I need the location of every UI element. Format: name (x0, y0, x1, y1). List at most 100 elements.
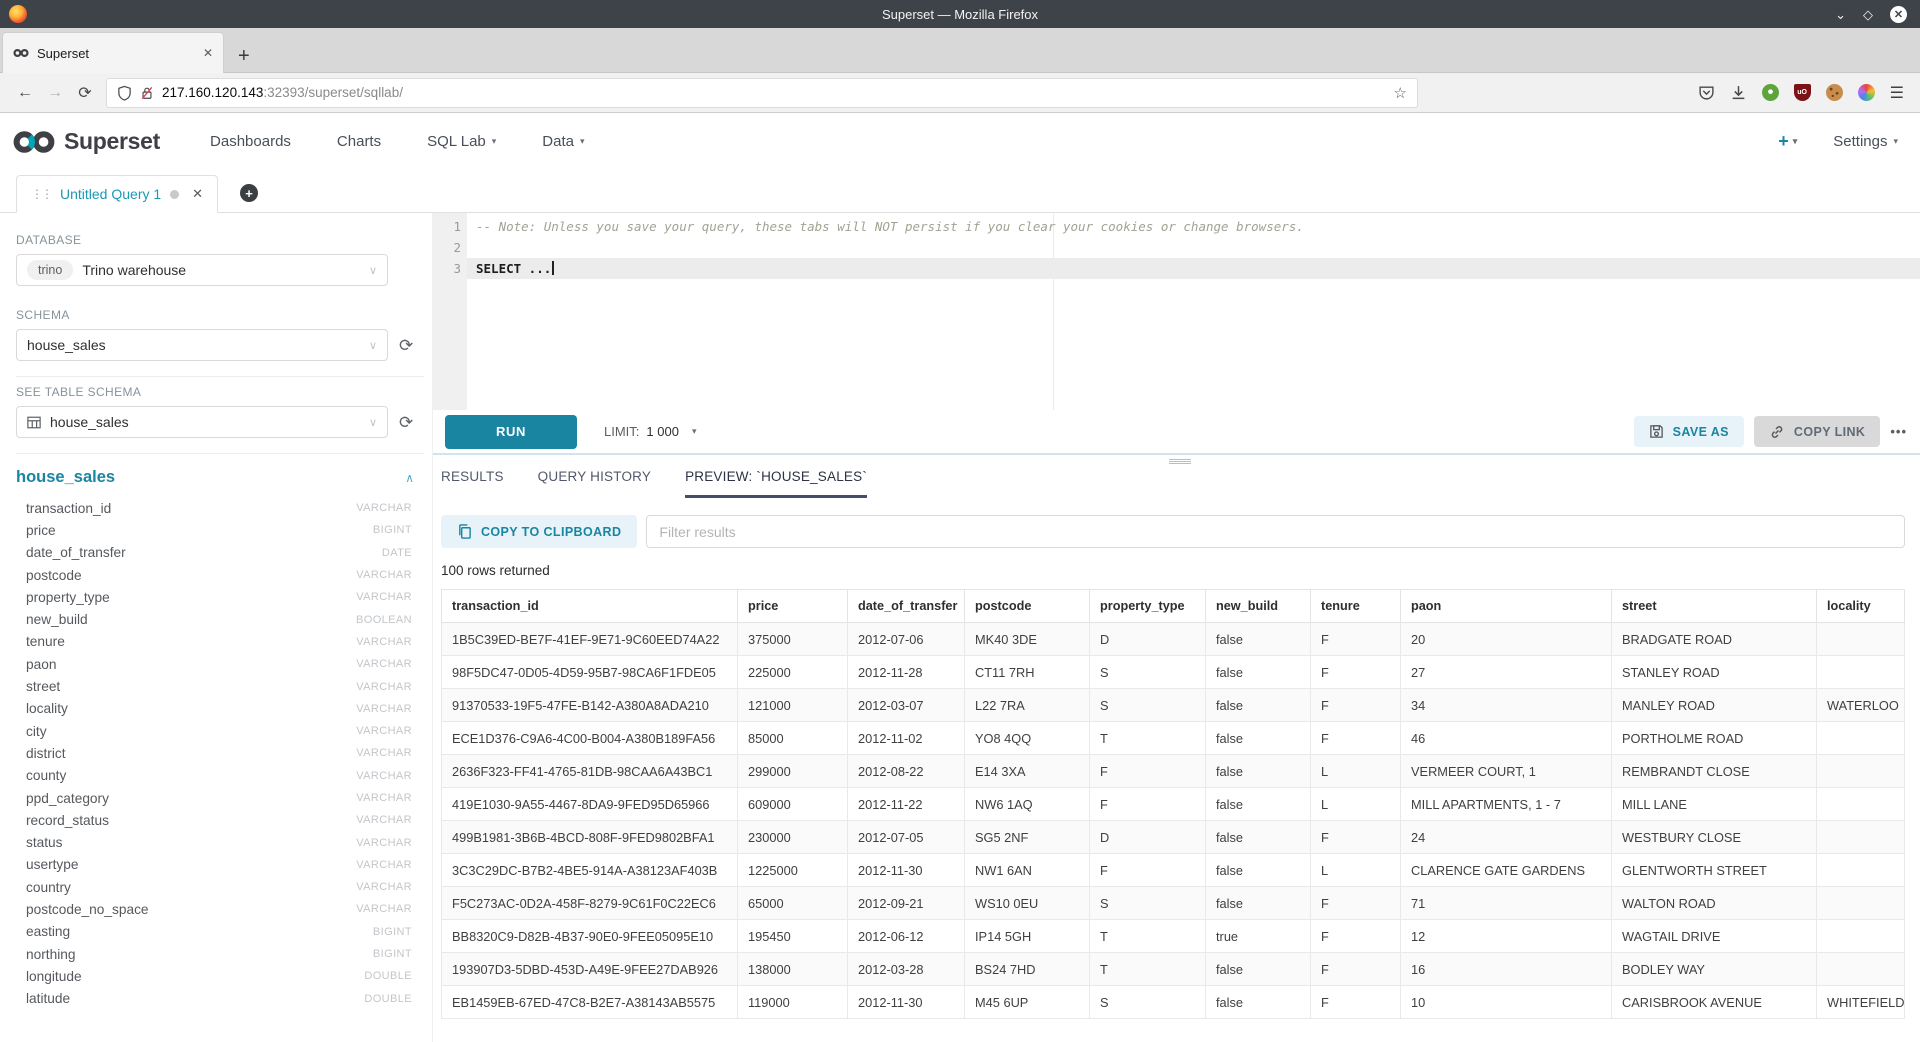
window-close-icon[interactable]: ✕ (1890, 6, 1907, 23)
schema-select[interactable]: house_sales ∨ (16, 329, 388, 361)
column-header-locality[interactable]: locality (1817, 590, 1905, 623)
column-header-transaction_id[interactable]: transaction_id (442, 590, 738, 623)
bookmark-star-icon[interactable]: ☆ (1394, 84, 1407, 102)
column-item[interactable]: countyVARCHAR (16, 765, 424, 787)
column-item[interactable]: ppd_categoryVARCHAR (16, 787, 424, 809)
pocket-icon[interactable] (1698, 84, 1715, 101)
column-item[interactable]: countryVARCHAR (16, 876, 424, 898)
column-type: BIGINT (373, 524, 412, 536)
table-cell: 2012-11-02 (848, 722, 965, 755)
cookie-extension-icon[interactable] (1826, 84, 1843, 101)
more-options-icon[interactable]: ••• (1890, 424, 1907, 439)
table-row: ECE1D376-C9A6-4C00-B004-A380B189FA568500… (442, 722, 1905, 755)
column-header-price[interactable]: price (738, 590, 848, 623)
nav-item-data[interactable]: Data▾ (542, 133, 584, 150)
column-item[interactable]: priceBIGINT (16, 519, 424, 541)
refresh-schemas-icon[interactable]: ⟳ (399, 337, 413, 354)
settings-menu[interactable]: Settings ▾ (1833, 133, 1898, 150)
column-item[interactable]: statusVARCHAR (16, 831, 424, 853)
ublock-origin-icon[interactable]: uO (1794, 84, 1811, 101)
save-as-button[interactable]: SAVE AS (1634, 416, 1744, 447)
add-new-button[interactable]: + ▾ (1778, 131, 1797, 152)
column-item[interactable]: usertypeVARCHAR (16, 854, 424, 876)
results-tab-results[interactable]: RESULTS (441, 469, 504, 498)
column-item[interactable]: longitudeDOUBLE (16, 965, 424, 987)
table-cell: S (1090, 887, 1206, 920)
results-tab-preview[interactable]: PREVIEW: `HOUSE_SALES` (685, 469, 867, 498)
column-item[interactable]: postcode_no_spaceVARCHAR (16, 898, 424, 920)
column-item[interactable]: northingBIGINT (16, 943, 424, 965)
back-icon[interactable]: ← (10, 84, 40, 102)
drag-grip-icon[interactable]: ⋮⋮ (31, 187, 51, 201)
window-maximize-icon[interactable]: ◇ (1863, 8, 1873, 21)
browser-tab[interactable]: Superset ✕ (2, 32, 224, 73)
forward-icon[interactable]: → (40, 84, 70, 102)
menu-icon[interactable]: ☰ (1890, 83, 1904, 103)
tab-close-icon[interactable]: ✕ (203, 46, 213, 60)
extension-pinwheel-icon[interactable] (1858, 84, 1875, 101)
splitter-grip-icon[interactable] (1169, 459, 1191, 464)
results-tab-query-history[interactable]: QUERY HISTORY (538, 469, 651, 498)
superset-brand[interactable]: Superset (12, 128, 160, 155)
column-name: paon (26, 657, 56, 672)
column-header-tenure[interactable]: tenure (1311, 590, 1401, 623)
nav-item-charts[interactable]: Charts (337, 133, 381, 150)
column-item[interactable]: tenureVARCHAR (16, 631, 424, 653)
column-item[interactable]: paonVARCHAR (16, 653, 424, 675)
column-header-street[interactable]: street (1612, 590, 1817, 623)
column-header-new_build[interactable]: new_build (1206, 590, 1311, 623)
editor-line[interactable]: -- Note: Unless you save your query, the… (467, 216, 1920, 237)
downloads-icon[interactable] (1730, 84, 1747, 101)
editor-body[interactable]: -- Note: Unless you save your query, the… (467, 213, 1920, 410)
column-header-date_of_transfer[interactable]: date_of_transfer (848, 590, 965, 623)
refresh-tables-icon[interactable]: ⟳ (399, 414, 413, 431)
filter-results-input[interactable] (646, 515, 1905, 548)
column-item[interactable]: new_buildBOOLEAN (16, 608, 424, 630)
caret-down-icon: ▾ (692, 426, 697, 437)
table-cell: CLARENCE GATE GARDENS (1401, 854, 1612, 887)
editor-line[interactable] (467, 237, 1920, 258)
column-item[interactable]: date_of_transferDATE (16, 542, 424, 564)
editor-line[interactable]: SELECT ... (467, 258, 1920, 279)
nav-item-sql-lab[interactable]: SQL Lab▾ (427, 133, 496, 150)
table-cell: NW6 1AQ (965, 788, 1090, 821)
column-item[interactable]: property_typeVARCHAR (16, 586, 424, 608)
chevron-up-icon[interactable]: ∧ (405, 471, 414, 485)
column-header-paon[interactable]: paon (1401, 590, 1612, 623)
sql-editor[interactable]: 123 -- Note: Unless you save your query,… (433, 213, 1920, 410)
nav-item-dashboards[interactable]: Dashboards (210, 133, 291, 150)
window-title: Superset — Mozilla Firefox (0, 7, 1920, 22)
column-item[interactable]: eastingBIGINT (16, 921, 424, 943)
limit-dropdown[interactable]: LIMIT: 1 000 ▾ (604, 424, 696, 439)
column-item[interactable]: latitudeDOUBLE (16, 988, 424, 1010)
column-item[interactable]: cityVARCHAR (16, 720, 424, 742)
window-minimize-icon[interactable]: ⌄ (1835, 8, 1846, 21)
copy-link-button[interactable]: COPY LINK (1754, 416, 1880, 447)
table-select[interactable]: house_sales ∨ (16, 406, 388, 438)
copy-to-clipboard-button[interactable]: COPY TO CLIPBOARD (441, 515, 637, 548)
column-name: new_build (26, 612, 88, 627)
column-item[interactable]: districtVARCHAR (16, 742, 424, 764)
table-name-heading[interactable]: house_sales (16, 468, 115, 487)
privacy-badger-icon[interactable] (1762, 84, 1779, 101)
column-item[interactable]: localityVARCHAR (16, 698, 424, 720)
reload-icon[interactable]: ⟳ (70, 83, 100, 103)
query-tab[interactable]: ⋮⋮ Untitled Query 1 ✕ (16, 175, 218, 213)
run-button[interactable]: RUN (445, 415, 577, 449)
database-select[interactable]: trino Trino warehouse ∨ (16, 254, 388, 286)
query-tab-close-icon[interactable]: ✕ (192, 186, 203, 202)
insecure-lock-icon[interactable] (140, 85, 154, 101)
add-query-tab-icon[interactable]: + (240, 184, 258, 202)
column-header-postcode[interactable]: postcode (965, 590, 1090, 623)
column-header-property_type[interactable]: property_type (1090, 590, 1206, 623)
column-item[interactable]: streetVARCHAR (16, 675, 424, 697)
column-item[interactable]: transaction_idVARCHAR (16, 497, 424, 519)
shield-icon[interactable] (117, 85, 132, 101)
new-tab-icon[interactable]: + (238, 46, 250, 66)
table-cell: BRADGATE ROAD (1612, 623, 1817, 656)
column-item[interactable]: record_statusVARCHAR (16, 809, 424, 831)
pane-splitter[interactable] (433, 455, 1920, 467)
url-bar[interactable]: 217.160.120.143:32393/superset/sqllab/ ☆ (106, 78, 1418, 108)
column-item[interactable]: postcodeVARCHAR (16, 564, 424, 586)
table-cell (1817, 755, 1905, 788)
